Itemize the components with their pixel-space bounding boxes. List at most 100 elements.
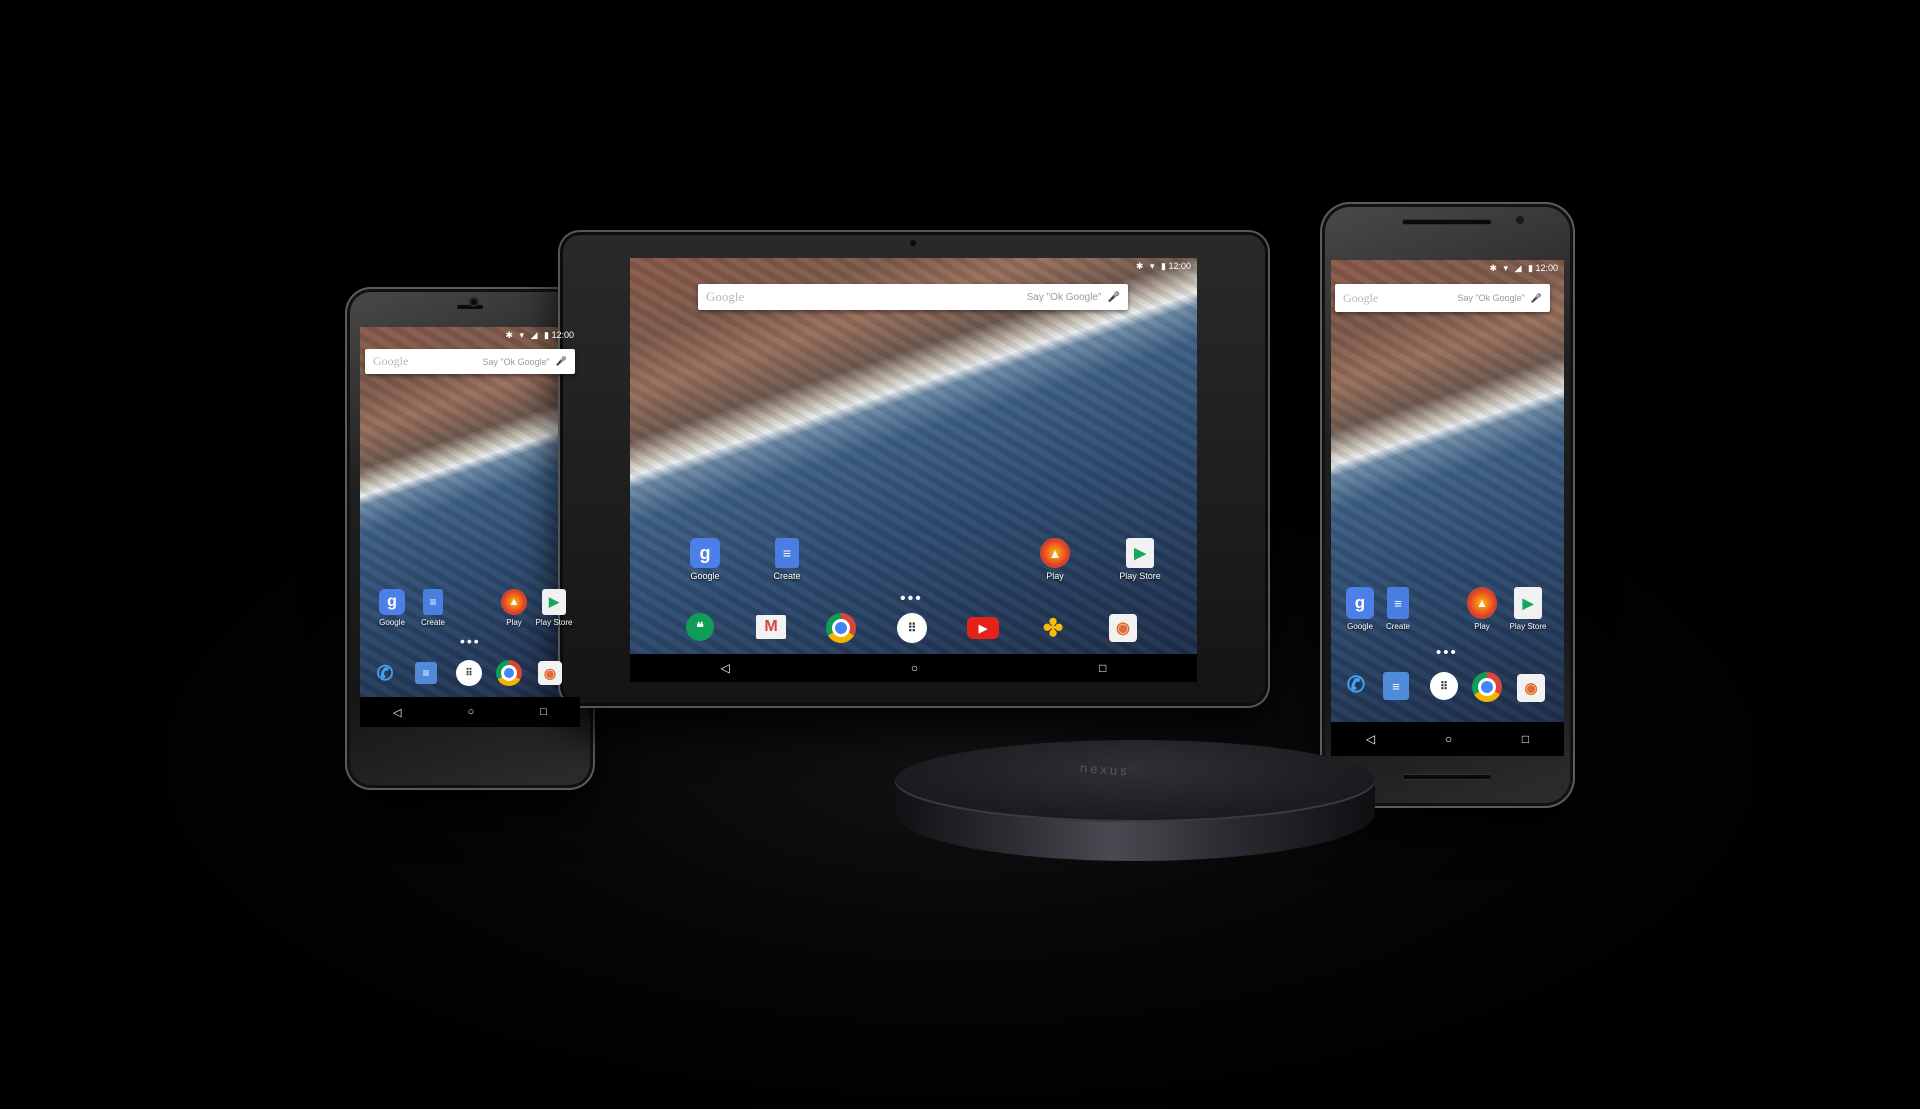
wifi-icon: ▾: [1149, 261, 1155, 271]
wifi-icon: ▾: [1503, 263, 1509, 273]
mic-icon[interactable]: 🎤: [1531, 293, 1542, 304]
nav-bar: ◁ ○ □: [1331, 722, 1564, 756]
app-play[interactable]: ▲ Play: [1032, 538, 1078, 581]
app-label: Create: [1385, 622, 1410, 631]
app-label: Google: [379, 618, 405, 627]
nexus-player-top: nexus: [895, 740, 1375, 822]
recents-button[interactable]: □: [1522, 732, 1529, 746]
home-button[interactable]: ○: [1445, 732, 1452, 746]
app-label: Play: [1046, 571, 1064, 581]
play-games-icon: ▲: [1040, 538, 1070, 568]
docs-icon: ≡: [1387, 587, 1409, 619]
status-time: 12:00: [551, 330, 574, 340]
phone-large-camera: [1516, 216, 1524, 224]
phone-small-screen[interactable]: ✱ ▾ ◢ ▮ 12:00 Google Say "Ok Google" 🎤 g…: [360, 327, 580, 727]
app-label: Create: [773, 571, 801, 581]
app-play[interactable]: ▲ Play: [1461, 587, 1503, 631]
phone-large-speaker-top: [1402, 219, 1492, 225]
back-button[interactable]: ◁: [393, 706, 401, 719]
camera-icon[interactable]: ◉: [1109, 614, 1137, 642]
google-search-icon: g: [1346, 587, 1374, 619]
app-label: Play Store: [535, 618, 573, 627]
product-showcase-background: ✱ ▾ ◢ ▮ 12:00 Google Say "Ok Google" 🎤 g…: [0, 0, 1920, 1109]
google-search-icon: g: [690, 538, 720, 568]
recents-button[interactable]: □: [1099, 661, 1106, 675]
back-button[interactable]: ◁: [1366, 732, 1375, 746]
nav-bar: ◁ ○ □: [360, 697, 580, 727]
home-button[interactable]: ○: [911, 661, 918, 675]
phone-icon[interactable]: ✆: [372, 660, 398, 686]
app-drawer-icon[interactable]: ⠿: [897, 613, 927, 643]
status-bar: ✱ ▾ ▮ 12:00: [1132, 258, 1191, 274]
chrome-icon[interactable]: [826, 613, 856, 643]
app-create[interactable]: ≡ Create: [413, 589, 453, 627]
signal-icon: ◢: [530, 330, 538, 340]
phone-large: ✱ ▾ ◢ ▮ 12:00 Google Say "Ok Google" 🎤 g…: [1320, 202, 1575, 808]
camera-icon[interactable]: ◉: [1517, 674, 1545, 702]
app-play-store[interactable]: ▶ Play Store: [1503, 587, 1553, 631]
mic-icon[interactable]: 🎤: [1108, 292, 1120, 303]
page-indicator: •••: [900, 590, 923, 607]
phone-large-screen[interactable]: ✱ ▾ ◢ ▮ 12:00 Google Say "Ok Google" 🎤 g…: [1331, 260, 1564, 756]
app-play[interactable]: ▲ Play: [494, 589, 534, 627]
phone-small-camera: [469, 297, 479, 307]
app-create[interactable]: ≡ Create: [1377, 587, 1419, 631]
app-drawer-icon[interactable]: ⠿: [1430, 672, 1458, 700]
app-create[interactable]: ≡ Create: [764, 538, 810, 581]
page-indicator: •••: [460, 633, 481, 649]
play-games-icon: ▲: [1467, 587, 1497, 619]
home-button[interactable]: ○: [468, 706, 475, 718]
google-logo: Google: [373, 354, 409, 368]
camera-icon[interactable]: ◉: [538, 661, 562, 685]
wifi-icon: ▾: [519, 330, 525, 340]
play-store-icon: ▶: [1126, 538, 1154, 568]
page-indicator: •••: [1436, 644, 1458, 661]
play-store-icon: ▶: [1514, 587, 1542, 619]
bluetooth-icon: ✱: [505, 330, 513, 340]
tablet: ✱ ▾ ▮ 12:00 Google Say "Ok Google" 🎤 g G…: [558, 230, 1270, 708]
chrome-icon[interactable]: [1472, 672, 1502, 702]
google-search-bar[interactable]: Google Say "Ok Google" 🎤: [365, 349, 575, 374]
app-google[interactable]: g Google: [372, 589, 412, 627]
nexus-logo: nexus: [1079, 760, 1131, 779]
youtube-icon[interactable]: ▶: [967, 617, 999, 639]
battery-icon: ▮: [1161, 261, 1166, 271]
mic-icon[interactable]: 🎤: [556, 356, 567, 367]
google-search-icon: g: [379, 589, 405, 615]
app-label: Google: [690, 571, 720, 581]
status-bar: ✱ ▾ ◢ ▮ 12:00: [1485, 260, 1558, 276]
app-label: Play: [1474, 622, 1490, 631]
photos-icon[interactable]: ✤: [1038, 613, 1068, 643]
status-bar: ✱ ▾ ◢ ▮ 12:00: [501, 327, 574, 343]
app-label: Create: [420, 618, 445, 627]
chrome-icon[interactable]: [496, 660, 522, 686]
back-button[interactable]: ◁: [721, 661, 730, 675]
app-label: Play Store: [1509, 622, 1547, 631]
app-label: Play Store: [1119, 571, 1161, 581]
battery-icon: ▮: [544, 330, 549, 340]
bluetooth-icon: ✱: [1489, 263, 1497, 273]
signal-icon: ◢: [1514, 263, 1522, 273]
play-store-icon: ▶: [542, 589, 566, 615]
phone-large-speaker-bottom: [1402, 774, 1492, 780]
google-logo: Google: [1343, 290, 1379, 305]
app-play-store[interactable]: ▶ Play Store: [1114, 538, 1166, 581]
phone-icon[interactable]: ✆: [1341, 670, 1371, 700]
app-google[interactable]: g Google: [682, 538, 728, 581]
battery-icon: ▮: [1528, 263, 1533, 273]
app-play-store[interactable]: ▶ Play Store: [532, 589, 576, 627]
ok-google-hint: Say "Ok Google": [1457, 293, 1525, 303]
app-drawer-icon[interactable]: ⠿: [456, 660, 482, 686]
google-logo: Google: [706, 289, 745, 304]
app-google[interactable]: g Google: [1339, 587, 1381, 631]
gmail-icon[interactable]: M: [756, 615, 786, 639]
status-time: 12:00: [1168, 261, 1191, 271]
google-search-bar[interactable]: Google Say "Ok Google" 🎤: [1335, 284, 1550, 312]
messenger-icon[interactable]: ≡: [1383, 672, 1409, 700]
hangouts-icon[interactable]: ❝: [686, 613, 714, 641]
google-search-bar[interactable]: Google Say "Ok Google" 🎤: [698, 284, 1128, 310]
tablet-screen[interactable]: ✱ ▾ ▮ 12:00 Google Say "Ok Google" 🎤 g G…: [630, 258, 1197, 682]
ok-google-hint: Say "Ok Google": [1026, 291, 1102, 303]
recents-button[interactable]: □: [540, 706, 547, 718]
messenger-icon[interactable]: ≡: [415, 662, 437, 684]
